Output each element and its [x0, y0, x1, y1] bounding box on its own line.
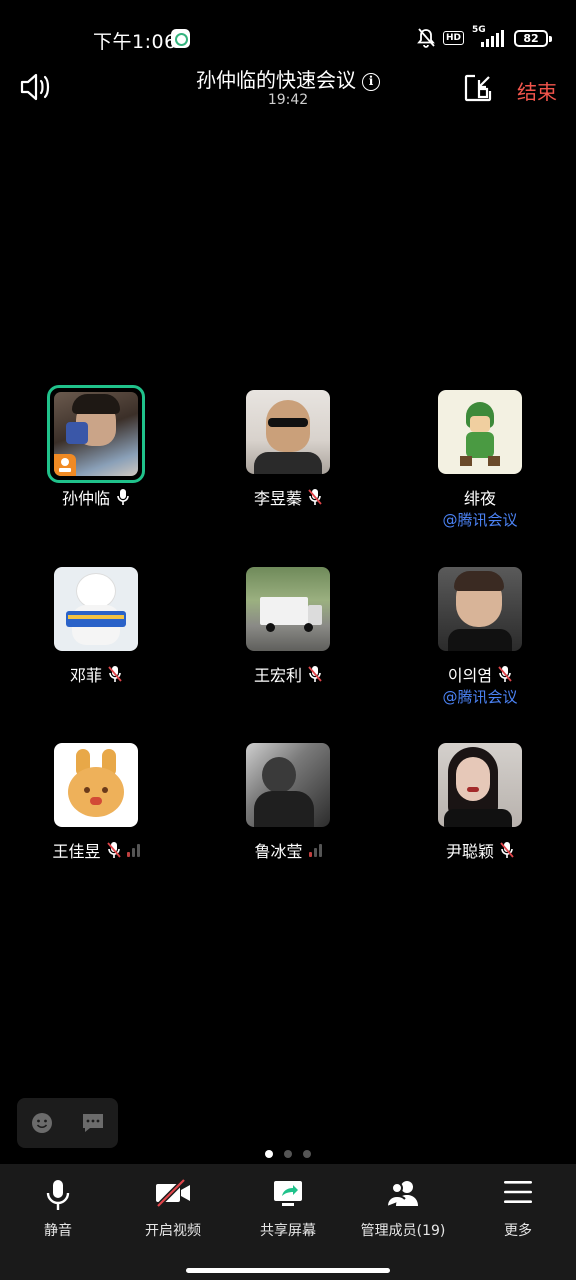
home-indicator[interactable] [186, 1268, 390, 1273]
page-dot[interactable] [303, 1150, 311, 1158]
avatar [438, 567, 522, 651]
chat-icon [83, 1114, 103, 1132]
avatar [438, 390, 522, 474]
participant-source-label: @腾讯会议 [442, 688, 518, 706]
microphone-icon [46, 1180, 70, 1210]
avatar [246, 743, 330, 827]
start-video-label: 开启视频 [145, 1223, 201, 1239]
reaction-bar [17, 1098, 118, 1148]
meeting-title: 孙仲临的快速会议 [196, 68, 356, 92]
manage-members-button[interactable]: 管理成员(19) [353, 1164, 453, 1244]
participant-name: 尹聪颖 [445, 842, 494, 861]
participant-name: 이의염 [447, 666, 493, 685]
microphone-muted-icon [308, 489, 322, 505]
participant-name: 李昱蓁 [253, 489, 302, 508]
end-meeting-button[interactable]: 结束 [517, 76, 557, 105]
avatar [54, 743, 138, 827]
page-indicator [0, 1150, 576, 1158]
share-screen-label: 共享屏幕 [260, 1223, 316, 1239]
bell-muted-icon [417, 28, 435, 48]
video-off-icon [156, 1178, 190, 1208]
microphone-icon [117, 489, 129, 505]
chat-button[interactable] [81, 1112, 105, 1134]
meeting-toolbar: 静音 开启视频 共享屏幕 管理成员(19) 更多 [0, 1164, 576, 1280]
microphone-muted-icon [500, 842, 514, 858]
hd-badge: HD [442, 31, 464, 45]
share-screen-button[interactable]: 共享屏幕 [243, 1164, 333, 1244]
meeting-header: 孙仲临的快速会议 i 19:42 结束 [0, 60, 576, 120]
meeting-app-notification-icon [171, 29, 190, 48]
participant-name: 王佳昱 [52, 842, 101, 861]
avatar [246, 390, 330, 474]
mute-button[interactable]: 静音 [18, 1164, 98, 1244]
emoji-button[interactable] [31, 1112, 53, 1134]
microphone-muted-icon [108, 666, 122, 682]
mute-label: 静音 [44, 1223, 72, 1239]
avatar [438, 743, 522, 827]
participant-name: 王宏利 [253, 666, 302, 685]
participant-name: 鲁冰莹 [254, 842, 303, 861]
members-icon [386, 1181, 418, 1207]
start-video-button[interactable]: 开启视频 [128, 1164, 218, 1244]
host-badge [54, 454, 76, 476]
page-dot-active[interactable] [265, 1150, 273, 1158]
participant-name: 邓菲 [69, 666, 102, 685]
signal-icon: 5G [472, 25, 506, 48]
avatar [54, 567, 138, 651]
participant-name: 绯夜 [463, 489, 496, 508]
minimize-window-button[interactable] [464, 74, 492, 102]
network-signal-icon [308, 843, 322, 857]
microphone-muted-icon [308, 666, 322, 682]
emoji-icon [32, 1113, 52, 1133]
battery-indicator: 82 [514, 29, 552, 47]
manage-members-label: 管理成员(19) [360, 1223, 446, 1239]
participant-source-label: @腾讯会议 [442, 511, 518, 529]
info-icon[interactable]: i [362, 73, 380, 91]
menu-icon [504, 1181, 532, 1203]
share-screen-icon [274, 1181, 302, 1206]
avatar [246, 567, 330, 651]
network-signal-icon [126, 843, 140, 857]
more-button[interactable]: 更多 [478, 1164, 558, 1244]
microphone-muted-icon [498, 666, 512, 682]
page-dot[interactable] [284, 1150, 292, 1158]
avatar [47, 385, 145, 483]
status-time: 下午1:06 [93, 31, 177, 53]
minimize-window-icon [464, 74, 492, 102]
status-indicators: HD 5G 82 [417, 25, 552, 49]
microphone-muted-icon [106, 842, 121, 858]
participant-name: 孙仲临 [61, 489, 110, 508]
more-label: 更多 [504, 1223, 532, 1239]
